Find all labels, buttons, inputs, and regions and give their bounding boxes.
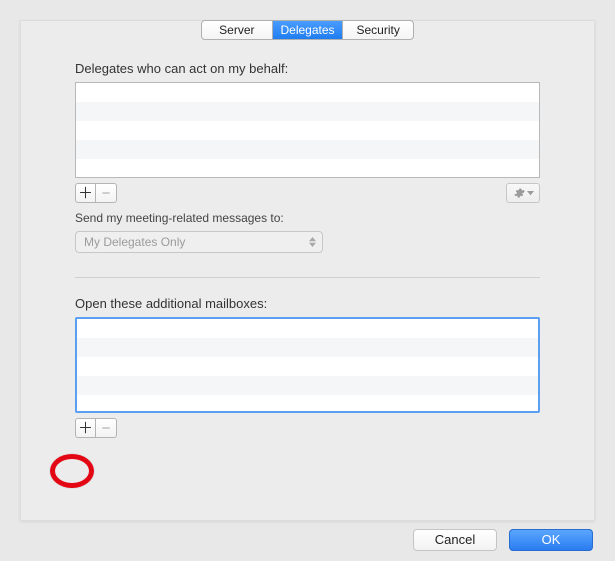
list-item	[76, 159, 539, 178]
mailboxes-toolbar: ＋ −	[75, 418, 540, 438]
delegates-add-remove: ＋ −	[75, 183, 117, 203]
list-item	[76, 140, 539, 159]
list-item	[77, 319, 538, 338]
list-item	[77, 338, 538, 357]
gear-icon	[513, 187, 525, 199]
list-item	[76, 121, 539, 140]
mailboxes-list[interactable]	[75, 317, 540, 413]
minus-icon: −	[102, 186, 111, 201]
list-item	[76, 102, 539, 121]
list-item	[76, 83, 539, 102]
remove-delegate-button[interactable]: −	[96, 183, 117, 203]
tab-security[interactable]: Security	[343, 21, 413, 39]
ok-button[interactable]: OK	[509, 529, 593, 551]
send-messages-select[interactable]: My Delegates Only	[75, 231, 323, 253]
plus-icon: ＋	[78, 421, 93, 436]
list-item	[77, 357, 538, 376]
minus-icon: −	[102, 421, 111, 436]
delegates-toolbar: ＋ −	[75, 183, 540, 203]
list-item	[77, 395, 538, 414]
stepper-icon	[309, 237, 316, 247]
tab-server[interactable]: Server	[202, 21, 273, 39]
remove-mailbox-button[interactable]: −	[96, 418, 117, 438]
content-area: Delegates who can act on my behalf: ＋ −	[75, 61, 540, 438]
mailboxes-add-remove: ＋ −	[75, 418, 117, 438]
tab-delegates[interactable]: Delegates	[273, 21, 344, 39]
delegates-list[interactable]	[75, 82, 540, 178]
delegates-label: Delegates who can act on my behalf:	[75, 61, 540, 76]
cancel-button[interactable]: Cancel	[413, 529, 497, 551]
chevron-down-icon	[527, 191, 534, 196]
list-item	[77, 376, 538, 395]
section-divider	[75, 277, 540, 278]
send-messages-value: My Delegates Only	[84, 235, 185, 249]
send-messages-label: Send my meeting-related messages to:	[75, 211, 540, 225]
preferences-panel: Server Delegates Security Delegates who …	[20, 20, 595, 521]
dialog-buttons: Cancel OK	[413, 529, 593, 551]
plus-icon: ＋	[78, 186, 93, 201]
add-delegate-button[interactable]: ＋	[75, 183, 96, 203]
tab-bar: Server Delegates Security	[201, 20, 414, 40]
mailboxes-label: Open these additional mailboxes:	[75, 296, 540, 311]
delegate-options-button[interactable]	[506, 183, 540, 203]
add-mailbox-button[interactable]: ＋	[75, 418, 96, 438]
